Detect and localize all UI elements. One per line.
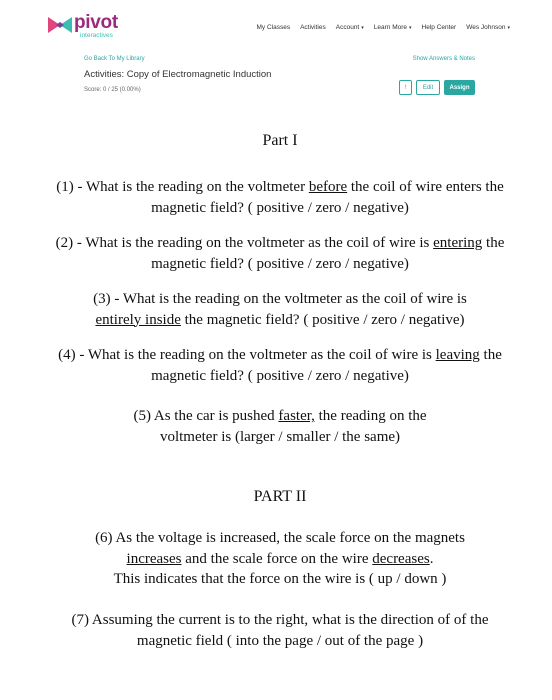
question-5: (5) As the car is pushed faster, the rea… xyxy=(0,406,552,447)
question-4-emphasis: leaving xyxy=(435,347,480,363)
nav-account[interactable]: Account ▾ xyxy=(336,24,364,31)
question-6-text: (6) As the voltage is increased, the sca… xyxy=(95,530,465,546)
question-6: (6) As the voltage is increased, the sca… xyxy=(0,528,552,590)
chevron-down-icon: ▾ xyxy=(361,25,364,31)
pivot-logo-icon xyxy=(48,17,72,33)
question-2-text-end: the xyxy=(482,235,505,251)
nav-activities[interactable]: Activities xyxy=(300,24,326,31)
question-6-text-end: . xyxy=(429,550,434,567)
pivot-logo[interactable]: pivot interactives xyxy=(48,12,118,40)
show-answers-link[interactable]: Show Answers & Notes xyxy=(413,56,475,62)
chevron-down-icon: ▾ xyxy=(507,25,510,31)
question-5-text: (5) As the car is pushed xyxy=(133,408,279,424)
score-text: Score: 0 / 25 (0.00%) xyxy=(84,87,141,93)
question-3-text: (3) - What is the reading on the voltmet… xyxy=(93,291,467,307)
back-to-library-link[interactable]: Go Back To My Library xyxy=(84,56,145,62)
question-6-emphasis-2: decreases xyxy=(372,550,430,567)
question-1-text: (1) - What is the reading on the voltmet… xyxy=(56,179,309,195)
activity-title: Activities: Copy of Electromagnetic Indu… xyxy=(84,69,272,80)
chevron-down-icon: ▾ xyxy=(409,25,412,31)
question-2-emphasis: entering xyxy=(433,235,483,251)
question-2: (2) - What is the reading on the voltmet… xyxy=(0,233,552,274)
question-5-text-end: the reading on the xyxy=(314,408,427,424)
question-1-emphasis: before xyxy=(308,179,348,195)
main-nav: My Classes Activities Account ▾ Learn Mor… xyxy=(257,24,511,31)
question-2-text: (2) - What is the reading on the voltmet… xyxy=(55,235,434,251)
question-4-text-end: the xyxy=(479,347,502,363)
question-5-emphasis: faster, xyxy=(278,408,315,424)
nav-help-center[interactable]: Help Center xyxy=(422,24,457,31)
question-2-options: magnetic field? ( positive / zero / nega… xyxy=(151,255,409,272)
part-2-heading: PART II xyxy=(253,488,307,505)
part-1-heading: Part I xyxy=(262,132,298,149)
question-4-options: magnetic field? ( positive / zero / nega… xyxy=(151,367,409,384)
info-button[interactable]: ! xyxy=(399,80,412,95)
assign-button[interactable]: Assign xyxy=(444,80,475,95)
question-3: (3) - What is the reading on the voltmet… xyxy=(0,289,552,330)
question-1-text-end: the coil of wire enters the xyxy=(347,179,504,195)
question-7-options: magnetic field ( into the page / out of … xyxy=(136,632,424,649)
nav-account-label: Account xyxy=(335,24,360,31)
question-4: (4) - What is the reading on the voltmet… xyxy=(0,345,552,386)
question-3-emphasis: entirely inside xyxy=(95,311,181,328)
question-3-options: the magnetic field? ( positive / zero / … xyxy=(180,311,465,328)
question-1: (1) - What is the reading on the voltmet… xyxy=(0,177,552,218)
edit-button[interactable]: Edit xyxy=(416,80,440,95)
nav-user-label: Wes Johnson xyxy=(466,24,506,31)
top-header: pivot interactives My Classes Activities… xyxy=(0,0,552,48)
question-6-options: This indicates that the force on the wir… xyxy=(113,571,447,587)
question-4-text: (4) - What is the reading on the voltmet… xyxy=(58,347,436,363)
question-7: (7) Assuming the current is to the right… xyxy=(0,610,552,651)
question-1-options: magnetic field? ( positive / zero / nega… xyxy=(151,199,409,216)
question-6-text-mid: and the scale force on the wire xyxy=(181,550,373,567)
question-7-text: (7) Assuming the current is to the right… xyxy=(71,612,489,628)
nav-learn-more-label: Learn More xyxy=(373,24,408,31)
question-5-options: voltmeter is (larger / smaller / the sam… xyxy=(159,428,401,445)
logo-subtitle: interactives xyxy=(80,32,113,39)
nav-learn-more[interactable]: Learn More ▾ xyxy=(374,24,412,31)
question-6-emphasis-1: increases xyxy=(126,550,182,567)
nav-user-menu[interactable]: Wes Johnson ▾ xyxy=(466,24,510,31)
activity-actions: ! Edit Assign xyxy=(399,80,475,95)
logo-name: pivot xyxy=(74,12,118,33)
nav-my-classes[interactable]: My Classes xyxy=(257,24,291,31)
